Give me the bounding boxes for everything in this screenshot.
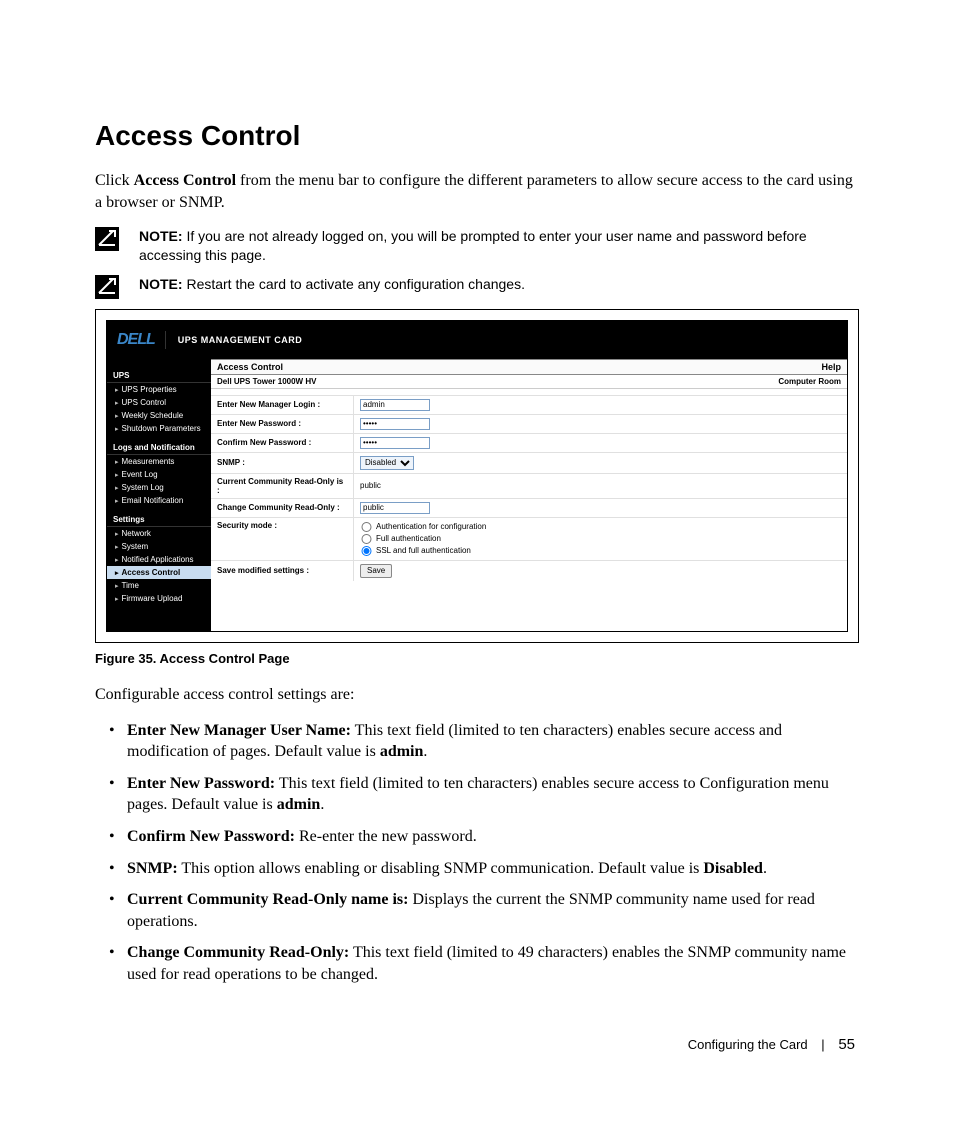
save-button[interactable]: Save (360, 564, 392, 578)
figure-caption: Figure 35. Access Control Page (95, 651, 859, 666)
footer-divider: | (821, 1037, 824, 1052)
sidebar-item-system[interactable]: System (107, 540, 211, 553)
note-icon (95, 227, 119, 251)
label-manager-login: Enter New Manager Login : (211, 396, 354, 415)
sidebar-item-event-log[interactable]: Event Log (107, 468, 211, 481)
page-footer: Configuring the Card | 55 (95, 1036, 859, 1053)
value-current-community: public (354, 473, 848, 498)
content-area: Access Control Help Dell UPS Tower 1000W… (211, 359, 847, 631)
shot-header-title: UPS MANAGEMENT CARD (178, 335, 303, 345)
radio-ssl-full-auth[interactable]: SSL and full authentication (360, 545, 841, 557)
form-table: Enter New Manager Login : Enter New Pass… (211, 396, 847, 581)
sidebar-item-email-notification[interactable]: Email Notification (107, 494, 211, 507)
screenshot: DELL UPS MANAGEMENT CARD UPS UPS Propert… (106, 320, 848, 632)
label-confirm-password: Confirm New Password : (211, 433, 354, 452)
note-2-label: NOTE: (139, 276, 183, 292)
bullet-new-password: Enter New Password: This text field (lim… (127, 773, 859, 816)
bullet-current-community: Current Community Read-Only name is: Dis… (127, 889, 859, 932)
footer-section: Configuring the Card (688, 1037, 808, 1052)
shot-header: DELL UPS MANAGEMENT CARD (107, 321, 847, 359)
label-security-mode: Security mode : (211, 517, 354, 560)
note-1: NOTE: If you are not already logged on, … (95, 227, 859, 265)
sidebar-item-access-control[interactable]: Access Control (107, 566, 211, 579)
device-location: Computer Room (778, 377, 841, 386)
sidebar-section-settings: Settings (107, 511, 211, 527)
sidebar-section-logs: Logs and Notification (107, 439, 211, 455)
sidebar-item-shutdown-parameters[interactable]: Shutdown Parameters (107, 422, 211, 435)
page-heading: Access Control (95, 120, 859, 152)
note-1-body: If you are not already logged on, you wi… (139, 228, 807, 263)
intro-pre: Click (95, 172, 134, 189)
input-manager-login[interactable] (360, 399, 430, 411)
dell-logo: DELL (117, 331, 166, 349)
input-change-community[interactable] (360, 502, 430, 514)
note-1-text: NOTE: If you are not already logged on, … (139, 227, 859, 265)
sidebar-item-ups-control[interactable]: UPS Control (107, 396, 211, 409)
bullet-change-community: Change Community Read-Only: This text fi… (127, 942, 859, 985)
sidebar-item-time[interactable]: Time (107, 579, 211, 592)
sidebar-item-system-log[interactable]: System Log (107, 481, 211, 494)
help-link[interactable]: Help (821, 362, 841, 372)
label-current-community: Current Community Read-Only is : (211, 473, 354, 498)
intro-bold: Access Control (134, 172, 236, 189)
sidebar-item-ups-properties[interactable]: UPS Properties (107, 383, 211, 396)
note-1-label: NOTE: (139, 228, 183, 244)
input-new-password[interactable] (360, 418, 430, 430)
label-save-settings: Save modified settings : (211, 560, 354, 581)
intro-paragraph: Click Access Control from the menu bar t… (95, 170, 859, 213)
label-change-community: Change Community Read-Only : (211, 498, 354, 517)
bullet-list: Enter New Manager User Name: This text f… (95, 720, 859, 986)
lead-2: Configurable access control settings are… (95, 684, 859, 706)
radio-auth-config[interactable]: Authentication for configuration (360, 521, 841, 533)
note-2: NOTE: Restart the card to activate any c… (95, 275, 859, 299)
sidebar-item-network[interactable]: Network (107, 527, 211, 540)
content-title: Access Control (217, 362, 283, 372)
sidebar: UPS UPS Properties UPS Control Weekly Sc… (107, 359, 211, 631)
device-name: Dell UPS Tower 1000W HV (217, 377, 316, 386)
footer-page-number: 55 (838, 1036, 855, 1053)
label-snmp: SNMP : (211, 452, 354, 473)
select-snmp[interactable]: Disabled (360, 456, 414, 470)
note-2-text: NOTE: Restart the card to activate any c… (139, 275, 525, 294)
sidebar-item-weekly-schedule[interactable]: Weekly Schedule (107, 409, 211, 422)
input-confirm-password[interactable] (360, 437, 430, 449)
radio-full-auth[interactable]: Full authentication (360, 533, 841, 545)
note-icon (95, 275, 119, 299)
sidebar-item-firmware-upload[interactable]: Firmware Upload (107, 592, 211, 605)
bullet-confirm-password: Confirm New Password: Re-enter the new p… (127, 826, 859, 848)
bullet-manager-user-name: Enter New Manager User Name: This text f… (127, 720, 859, 763)
sidebar-item-measurements[interactable]: Measurements (107, 455, 211, 468)
note-2-body: Restart the card to activate any configu… (183, 276, 525, 292)
sidebar-section-ups: UPS (107, 367, 211, 383)
sidebar-item-notified-applications[interactable]: Notified Applications (107, 553, 211, 566)
bullet-snmp: SNMP: This option allows enabling or dis… (127, 858, 859, 880)
figure-frame: DELL UPS MANAGEMENT CARD UPS UPS Propert… (95, 309, 859, 643)
label-new-password: Enter New Password : (211, 414, 354, 433)
